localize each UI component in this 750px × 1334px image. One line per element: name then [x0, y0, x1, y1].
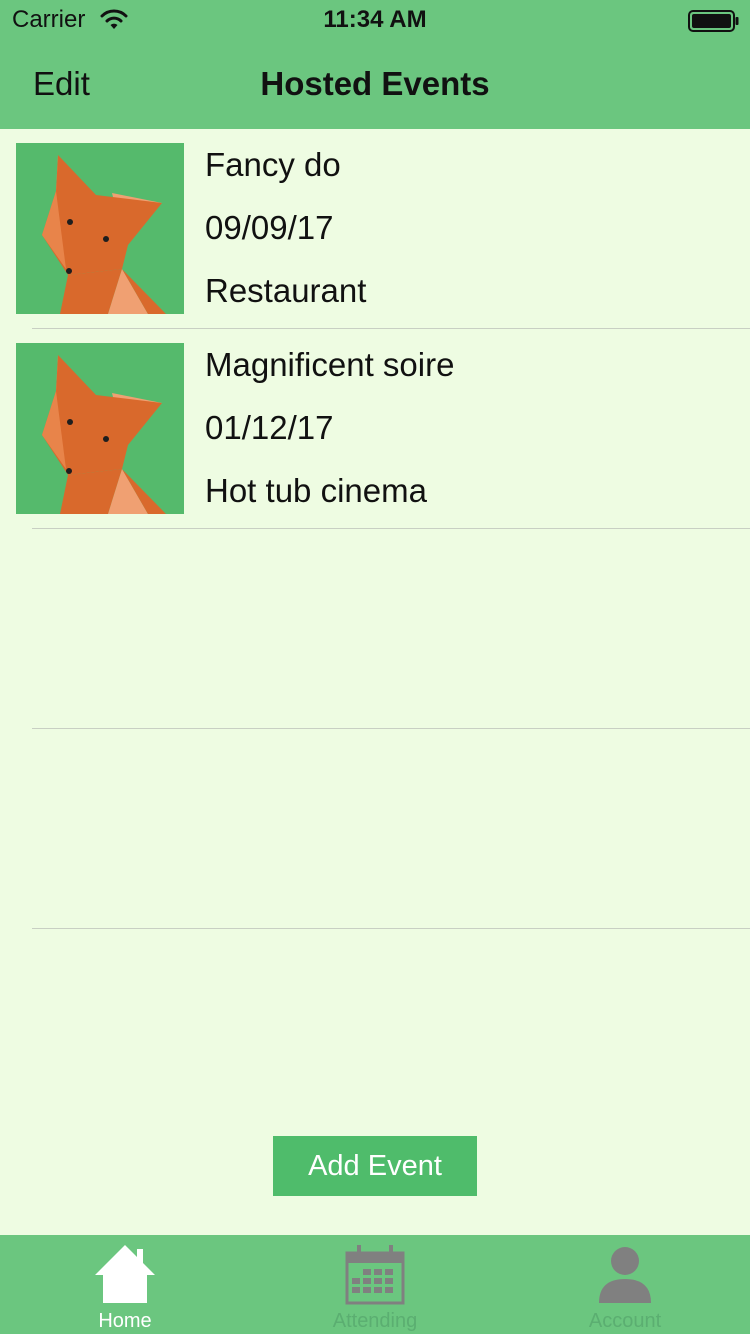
tab-account[interactable]: Account	[500, 1235, 750, 1334]
event-venue: Hot tub cinema	[205, 472, 427, 509]
calendar-icon	[345, 1245, 405, 1305]
event-date: 01/12/17	[205, 409, 334, 446]
empty-row	[0, 529, 750, 729]
event-date: 09/09/17	[205, 209, 334, 246]
page-title: Hosted Events	[260, 65, 490, 102]
add-event-button[interactable]: Add Event	[273, 1136, 477, 1196]
event-name: Magnificent soire	[205, 346, 455, 383]
event-name: Fancy do	[205, 146, 341, 183]
empty-row	[0, 729, 750, 929]
fox-thumbnail-icon	[16, 143, 184, 314]
battery-icon	[688, 10, 739, 32]
event-row[interactable]: Fancy do 09/09/17 Restaurant	[0, 129, 750, 329]
tab-home-label: Home	[98, 1310, 152, 1332]
row-separator	[32, 928, 750, 929]
tab-account-label: Account	[588, 1310, 662, 1332]
event-row[interactable]: Magnificent soire 01/12/17 Hot tub cinem…	[0, 329, 750, 529]
tab-bar: Home Attending Account	[0, 1235, 750, 1334]
event-venue: Restaurant	[205, 272, 367, 309]
status-bar: Carrier 11:34 AM	[0, 0, 750, 40]
navigation-bar: Edit Hosted Events	[0, 40, 750, 129]
tab-attending-label: Attending	[332, 1310, 418, 1332]
home-icon	[95, 1245, 155, 1303]
clock: 11:34 AM	[323, 6, 427, 33]
tab-home[interactable]: Home	[0, 1235, 250, 1334]
events-table: Fancy do 09/09/17 Restaurant Magnificent…	[0, 129, 750, 929]
tab-attending[interactable]: Attending	[250, 1235, 500, 1334]
fox-thumbnail-icon	[16, 343, 184, 514]
person-icon	[599, 1247, 651, 1303]
